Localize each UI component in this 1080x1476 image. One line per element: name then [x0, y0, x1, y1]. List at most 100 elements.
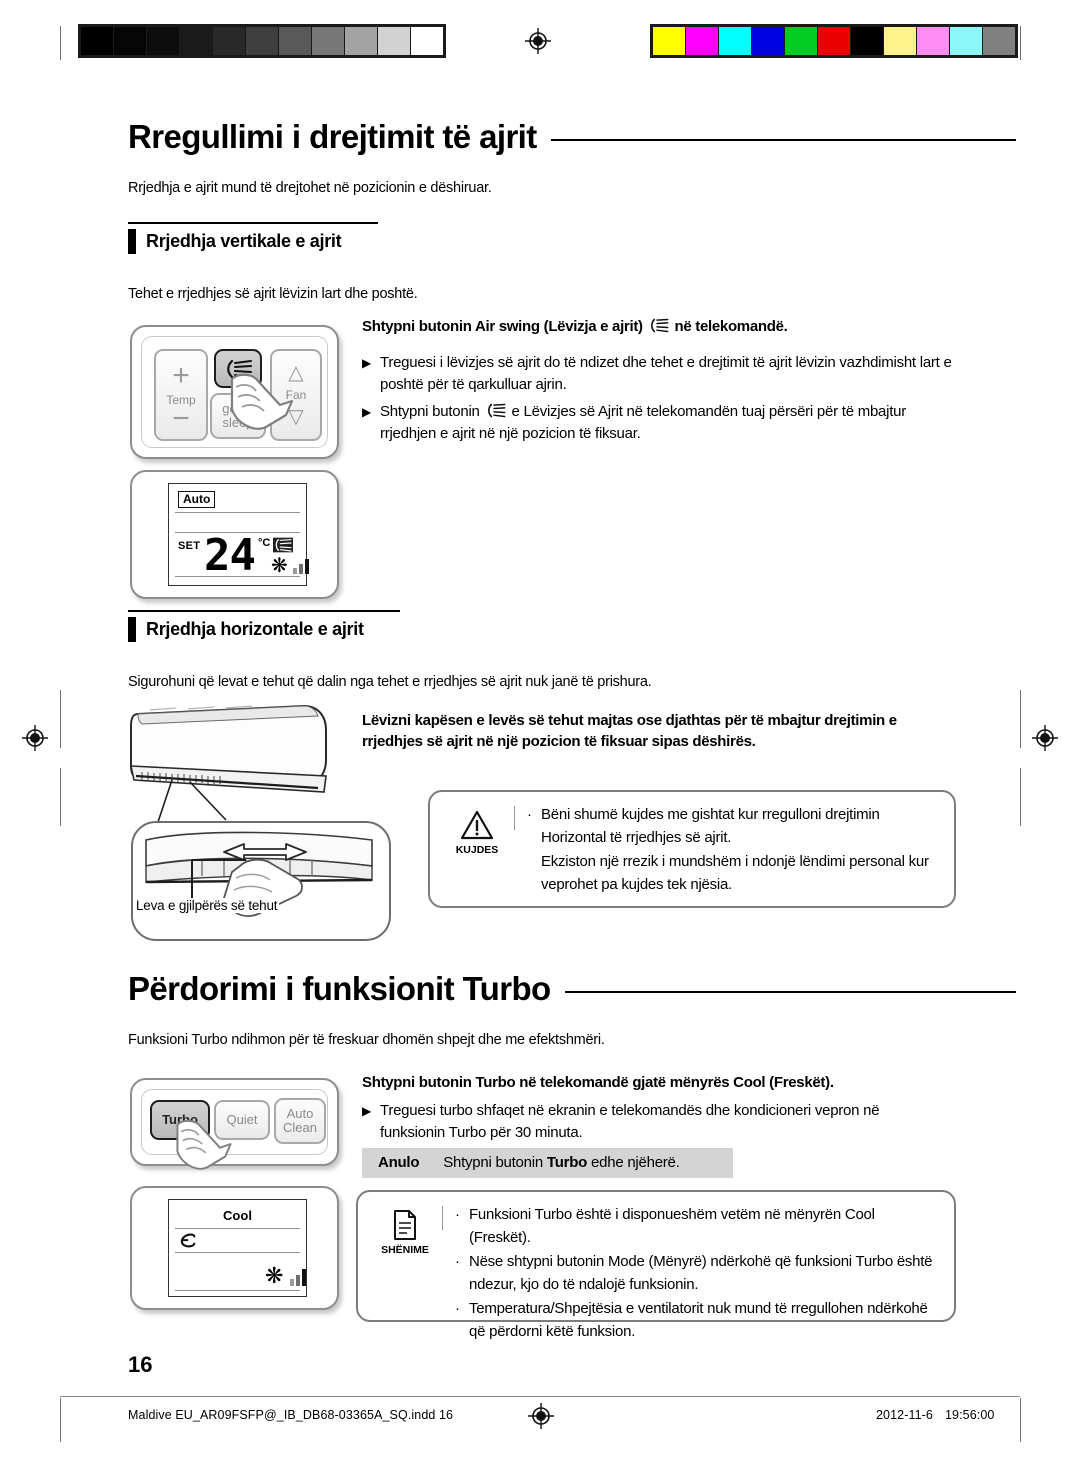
left-trim-tick	[60, 26, 61, 60]
color-swatch-strip	[650, 24, 1018, 58]
gray-swatch-6	[279, 27, 312, 55]
note-line: Funksioni Turbo është i disponueshëm vet…	[469, 1206, 875, 1246]
left-crop-rule	[60, 690, 61, 748]
sub-heading-rule	[128, 222, 378, 224]
sub1-intro: Tehet e rrjedhjes së ajrit lëvizin lart …	[128, 286, 418, 302]
airswing-bullet-list: ▶ Treguesi i lëvizjes së ajrit do të ndi…	[362, 352, 958, 450]
lcd-temp-unit: °C	[258, 537, 271, 549]
remote-display-auto-illustration: Auto SET 24 °C ❋	[130, 470, 339, 599]
lcd-screen-2: Cool ❋	[168, 1199, 307, 1297]
indoor-unit-illustration: Leva e gjilpërës së tehut	[128, 700, 398, 945]
bullet-triangle-icon: ▶	[362, 1104, 371, 1118]
turbo-lead-pre: Shtypni butonin	[362, 1074, 472, 1091]
caution-item: Ekziston një rrezik i mundshëm i ndonjë …	[527, 851, 940, 896]
temp-button[interactable]: + Temp −	[154, 349, 208, 441]
sub-heading-bar	[128, 229, 136, 254]
lcd-swing-icon	[273, 537, 293, 553]
footer-filename: Maldive EU_AR09FSFP@_IB_DB68-03365A_SQ.i…	[128, 1408, 454, 1422]
right-crop-rule	[1020, 690, 1021, 748]
note-line: Temperatura/Shpejtësia e ventilatorit nu…	[469, 1300, 928, 1340]
note-line: Nëse shtypni butonin Mode (Mënyrë) ndërk…	[469, 1253, 933, 1293]
sub1-title: Rrjedhja vertikale e ajrit	[146, 231, 342, 251]
left-crop-rule-2	[60, 768, 61, 826]
lcd-divider-3	[175, 576, 300, 578]
cancel-post: edhe njëherë.	[591, 1154, 680, 1171]
gray-swatch-9	[378, 27, 411, 55]
color-swatch-0	[653, 27, 686, 55]
clean-label: Clean	[283, 1120, 317, 1135]
pointing-hand-icon-2	[176, 1119, 232, 1170]
note-box: SHËNIME · Funksioni Turbo është i dispon…	[356, 1190, 956, 1340]
gray-swatch-0	[81, 27, 114, 55]
lcd-temperature: 24	[204, 530, 256, 581]
note-item: · Temperatura/Shpejtësia e ventilatorit …	[455, 1298, 940, 1343]
lcd2-divider-2	[175, 1252, 300, 1254]
bullet-text: Shtypni butonin e Lëvizjes së Ajrit në t…	[380, 401, 958, 445]
caution-text: · Bëni shumë kujdes me gishtat kur rregu…	[527, 804, 940, 894]
turbo-indicator-icon	[180, 1233, 196, 1248]
lcd2-mode-label: Cool	[223, 1208, 252, 1223]
note-icon-group: SHËNIME	[368, 1204, 442, 1308]
auto-clean-button[interactable]: Auto Clean	[274, 1098, 326, 1144]
manual-page: Rregullimi i drejtimit të ajrit Rrjedhja…	[0, 0, 1080, 1476]
bullet-item: ▶ Shtypni butonin e Lëvizjes së Ajrit në…	[362, 401, 958, 445]
temp-up-icon: +	[172, 359, 190, 392]
color-swatch-8	[917, 27, 950, 55]
gray-swatch-3	[180, 27, 213, 55]
gray-swatch-4	[213, 27, 246, 55]
lcd2-divider-1	[175, 1228, 300, 1230]
bullet-item: ▶ Treguesi i lëvizjes së ajrit do të ndi…	[362, 352, 958, 396]
section-heading-air-direction: Rregullimi i drejtimit të ajrit	[128, 118, 1016, 156]
gray-swatch-5	[246, 27, 279, 55]
lcd-fan-icon: ❋	[271, 555, 288, 577]
gray-swatch-8	[345, 27, 378, 55]
lcd2-fan-level-bars	[290, 1268, 306, 1286]
cancel-instruction-band: Anulo Shtypni butonin Turbo edhe njëherë…	[362, 1148, 733, 1178]
bullet-dot-icon: ·	[527, 806, 532, 823]
bullet-item: ▶ Treguesi turbo shfaqet në ekranin e te…	[362, 1100, 948, 1144]
note-document-icon	[394, 1210, 416, 1240]
warning-triangle-icon	[460, 810, 494, 840]
bullet-text: Treguesi i lëvizjes së ajrit do të ndize…	[379, 354, 952, 393]
subsection-vertical-airflow-heading: Rrjedhja vertikale e ajrit	[128, 222, 378, 254]
registration-mark-right	[1032, 725, 1058, 751]
lead-text-b: në telekomandë.	[674, 318, 788, 335]
air-swing-inline-icon-2	[487, 403, 505, 418]
color-swatch-4	[785, 27, 818, 55]
color-swatch-3	[752, 27, 785, 55]
note-divider	[442, 1206, 443, 1230]
section2-title: Përdorimi i funksionit Turbo	[128, 970, 551, 1007]
caution-box: KUJDES · Bëni shumë kujdes me gishtat ku…	[428, 790, 956, 908]
color-swatch-2	[719, 27, 752, 55]
print-calibration-strip	[0, 22, 1080, 62]
cancel-pre: Shtypni butonin	[443, 1154, 543, 1171]
lcd-divider-1	[175, 512, 300, 514]
section-heading-turbo: Përdorimi i funksionit Turbo	[128, 970, 1016, 1008]
lcd2-fan-icon: ❋	[265, 1263, 284, 1288]
section1-title: Rregullimi i drejtimit të ajrit	[128, 118, 537, 155]
horizontal-instruction-lead: Lëvizni kapësen e levës së tehut majtas …	[362, 712, 897, 750]
page-number: 16	[128, 1352, 153, 1377]
turbo-lead-strong: Turbo	[475, 1074, 516, 1091]
caution-line: Bëni shumë kujdes me gishtat kur rregull…	[541, 806, 880, 846]
bullet2-head: Shtypni butonin	[379, 403, 480, 420]
bullet-triangle-icon: ▶	[362, 356, 371, 370]
gray-swatch-7	[312, 27, 345, 55]
lcd-set-label: SET	[178, 540, 201, 552]
note-text: · Funksioni Turbo është i disponueshëm v…	[455, 1204, 940, 1340]
gray-swatch-2	[147, 27, 180, 55]
heading-rule-2	[564, 991, 1016, 993]
cancel-label: Anulo	[378, 1154, 420, 1171]
gray-swatch-1	[114, 27, 147, 55]
heading-rule	[550, 139, 1016, 141]
turbo-lead-post: në telekomandë gjatë mënyrës Cool (Fresk…	[519, 1074, 834, 1091]
footer-date: 2012-11-6	[876, 1408, 933, 1422]
sub-heading-bar-2	[128, 617, 136, 642]
caution-line: Ekziston një rrezik i mundshëm i ndonjë …	[541, 853, 929, 893]
lcd-mode-badge: Auto	[178, 491, 216, 508]
lead-text-a: Shtypni butonin Air swing (Lëvizja e ajr…	[362, 318, 643, 335]
sub-heading-rule-2	[128, 610, 400, 612]
turbo-bullet-list: ▶ Treguesi turbo shfaqet në ekranin e te…	[362, 1100, 948, 1149]
bullet-dot-icon: ·	[455, 1206, 460, 1223]
auto-label: Auto	[286, 1106, 314, 1121]
